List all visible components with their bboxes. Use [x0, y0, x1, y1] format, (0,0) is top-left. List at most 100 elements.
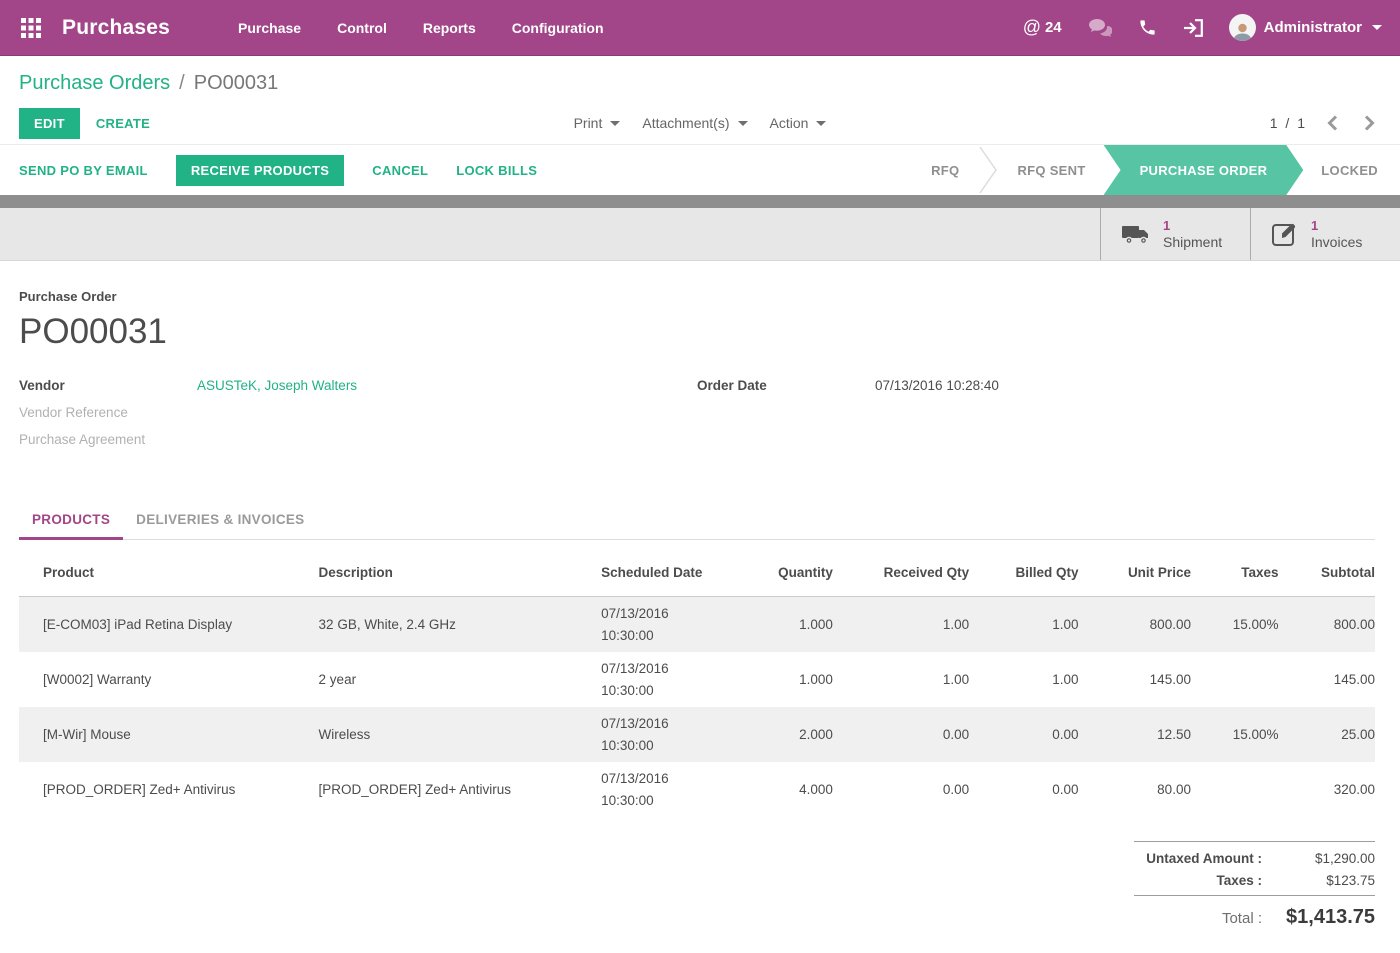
col-subtotal[interactable]: Subtotal: [1279, 546, 1376, 596]
vendor-value-link[interactable]: ASUSTeK, Joseph Walters: [197, 378, 357, 393]
col-taxes[interactable]: Taxes: [1191, 546, 1279, 596]
tab-products[interactable]: PRODUCTS: [19, 503, 123, 540]
truck-icon: [1121, 222, 1151, 246]
edit-button[interactable]: EDIT: [19, 108, 80, 139]
stat-button-strip: 1 Shipment 1 Invoices: [0, 208, 1400, 261]
breadcrumb-current: PO00031: [194, 72, 279, 95]
at-icon: @: [1023, 17, 1041, 38]
purchase-agreement-label: Purchase Agreement: [19, 432, 197, 447]
order-date-label: Order Date: [697, 378, 875, 393]
control-panel: EDIT CREATE Print Attachment(s) Action 1…: [0, 102, 1400, 144]
cell-unit-price: 12.50: [1079, 724, 1191, 746]
apps-grid-icon[interactable]: [18, 15, 44, 41]
col-scheduled-date[interactable]: Scheduled Date: [601, 546, 718, 596]
cell-subtotal: 320.00: [1279, 779, 1376, 801]
cell-received-qty: 0.00: [833, 779, 969, 801]
pager-next-icon[interactable]: [1358, 115, 1381, 131]
user-name: Administrator: [1264, 19, 1362, 36]
cell-product: [M-Wir] Mouse: [19, 724, 319, 746]
taxes-label: Taxes :: [1216, 873, 1262, 888]
avatar: [1229, 14, 1256, 41]
menu-reports[interactable]: Reports: [409, 12, 490, 44]
state-locked[interactable]: LOCKED: [1303, 145, 1400, 195]
col-received-qty[interactable]: Received Qty: [833, 546, 969, 596]
invoices-count: 1: [1311, 217, 1362, 234]
table-row[interactable]: [PROD_ORDER] Zed+ Antivirus [PROD_ORDER]…: [19, 762, 1375, 817]
taxes-value: $123.75: [1262, 873, 1375, 888]
messages-counter[interactable]: @ 24: [1023, 17, 1062, 38]
total-label: Total :: [1222, 910, 1262, 927]
col-description[interactable]: Description: [319, 546, 602, 596]
form-sheet: Purchase Order PO00031 Vendor ASUSTeK, J…: [0, 261, 1400, 929]
cell-billed-qty: 1.00: [969, 614, 1078, 636]
cell-scheduled-date: 07/13/2016 10:30:00: [601, 603, 718, 647]
shipment-stat-button[interactable]: 1 Shipment: [1100, 208, 1250, 260]
table-row[interactable]: [W0002] Warranty 2 year 07/13/2016 10:30…: [19, 652, 1375, 707]
invoices-label: Invoices: [1311, 234, 1362, 251]
cell-quantity: 1.000: [718, 669, 832, 691]
lock-bills-button[interactable]: LOCK BILLS: [456, 163, 537, 178]
col-quantity[interactable]: Quantity: [718, 546, 832, 596]
create-button[interactable]: CREATE: [96, 116, 150, 131]
menu-purchase[interactable]: Purchase: [224, 12, 315, 44]
breadcrumb-parent[interactable]: Purchase Orders: [19, 72, 170, 95]
pager-previous-icon[interactable]: [1321, 115, 1344, 131]
sheet-type-label: Purchase Order: [19, 289, 1375, 304]
state-rfq[interactable]: RFQ: [913, 145, 977, 195]
menu-configuration[interactable]: Configuration: [498, 12, 618, 44]
breadcrumb-separator: /: [179, 72, 185, 95]
tab-deliveries-invoices[interactable]: DELIVERIES & INVOICES: [123, 503, 317, 540]
send-po-by-email-button[interactable]: SEND PO BY EMAIL: [19, 163, 148, 178]
sign-in-icon[interactable]: [1183, 19, 1203, 37]
cell-received-qty: 0.00: [833, 724, 969, 746]
caret-down-icon: [738, 121, 748, 126]
print-dropdown[interactable]: Print: [574, 115, 621, 131]
cell-description: 2 year: [319, 669, 602, 691]
table-row[interactable]: [E-COM03] iPad Retina Display 32 GB, Whi…: [19, 597, 1375, 652]
state-rfq-sent[interactable]: RFQ SENT: [999, 145, 1103, 195]
cell-scheduled-date: 07/13/2016 10:30:00: [601, 713, 718, 757]
table-row[interactable]: [M-Wir] Mouse Wireless 07/13/2016 10:30:…: [19, 707, 1375, 762]
attachments-dropdown[interactable]: Attachment(s): [642, 115, 747, 131]
statusbar: SEND PO BY EMAIL RECEIVE PRODUCTS CANCEL…: [0, 144, 1400, 195]
cell-taxes: 15.00%: [1191, 724, 1279, 746]
cell-scheduled-date: 07/13/2016 10:30:00: [601, 658, 718, 702]
cell-product: [W0002] Warranty: [19, 669, 319, 691]
notebook-tabs: PRODUCTS DELIVERIES & INVOICES: [19, 503, 1375, 540]
cell-quantity: 2.000: [718, 724, 832, 746]
cell-received-qty: 1.00: [833, 669, 969, 691]
state-purchase-order[interactable]: PURCHASE ORDER: [1104, 145, 1304, 195]
cell-scheduled-date: 07/13/2016 10:30:00: [601, 768, 718, 812]
cancel-button[interactable]: CANCEL: [372, 163, 428, 178]
phone-icon[interactable]: [1138, 18, 1157, 37]
vendor-label: Vendor: [19, 378, 197, 393]
cell-quantity: 4.000: [718, 779, 832, 801]
section-divider: [0, 195, 1400, 208]
caret-down-icon: [816, 121, 826, 126]
receive-products-button[interactable]: RECEIVE PRODUCTS: [176, 155, 344, 186]
state-separator-icon: [977, 145, 999, 195]
untaxed-amount-value: $1,290.00: [1262, 851, 1375, 866]
po-number-title: PO00031: [19, 312, 1375, 352]
cell-subtotal: 800.00: [1279, 614, 1376, 636]
totals-block: Untaxed Amount : $1,290.00 Taxes : $123.…: [1134, 841, 1375, 929]
state-pipeline: RFQ RFQ SENT PURCHASE ORDER LOCKED: [913, 145, 1400, 195]
order-lines-table: Product Description Scheduled Date Quant…: [19, 546, 1375, 817]
cell-billed-qty: 0.00: [969, 779, 1078, 801]
cell-taxes: 15.00%: [1191, 614, 1279, 636]
menu-control[interactable]: Control: [323, 12, 401, 44]
col-unit-price[interactable]: Unit Price: [1079, 546, 1191, 596]
cell-received-qty: 1.00: [833, 614, 969, 636]
shipment-count: 1: [1163, 217, 1222, 234]
total-value: $1,413.75: [1262, 906, 1375, 929]
col-product[interactable]: Product: [19, 546, 319, 596]
chat-icon[interactable]: [1088, 18, 1112, 38]
action-dropdown[interactable]: Action: [770, 115, 827, 131]
col-billed-qty[interactable]: Billed Qty: [969, 546, 1078, 596]
caret-down-icon: [610, 121, 620, 126]
invoices-stat-button[interactable]: 1 Invoices: [1250, 208, 1400, 260]
edit-note-icon: [1271, 221, 1299, 247]
user-menu[interactable]: Administrator: [1229, 14, 1382, 41]
table-header-row: Product Description Scheduled Date Quant…: [19, 546, 1375, 597]
cell-quantity: 1.000: [718, 614, 832, 636]
